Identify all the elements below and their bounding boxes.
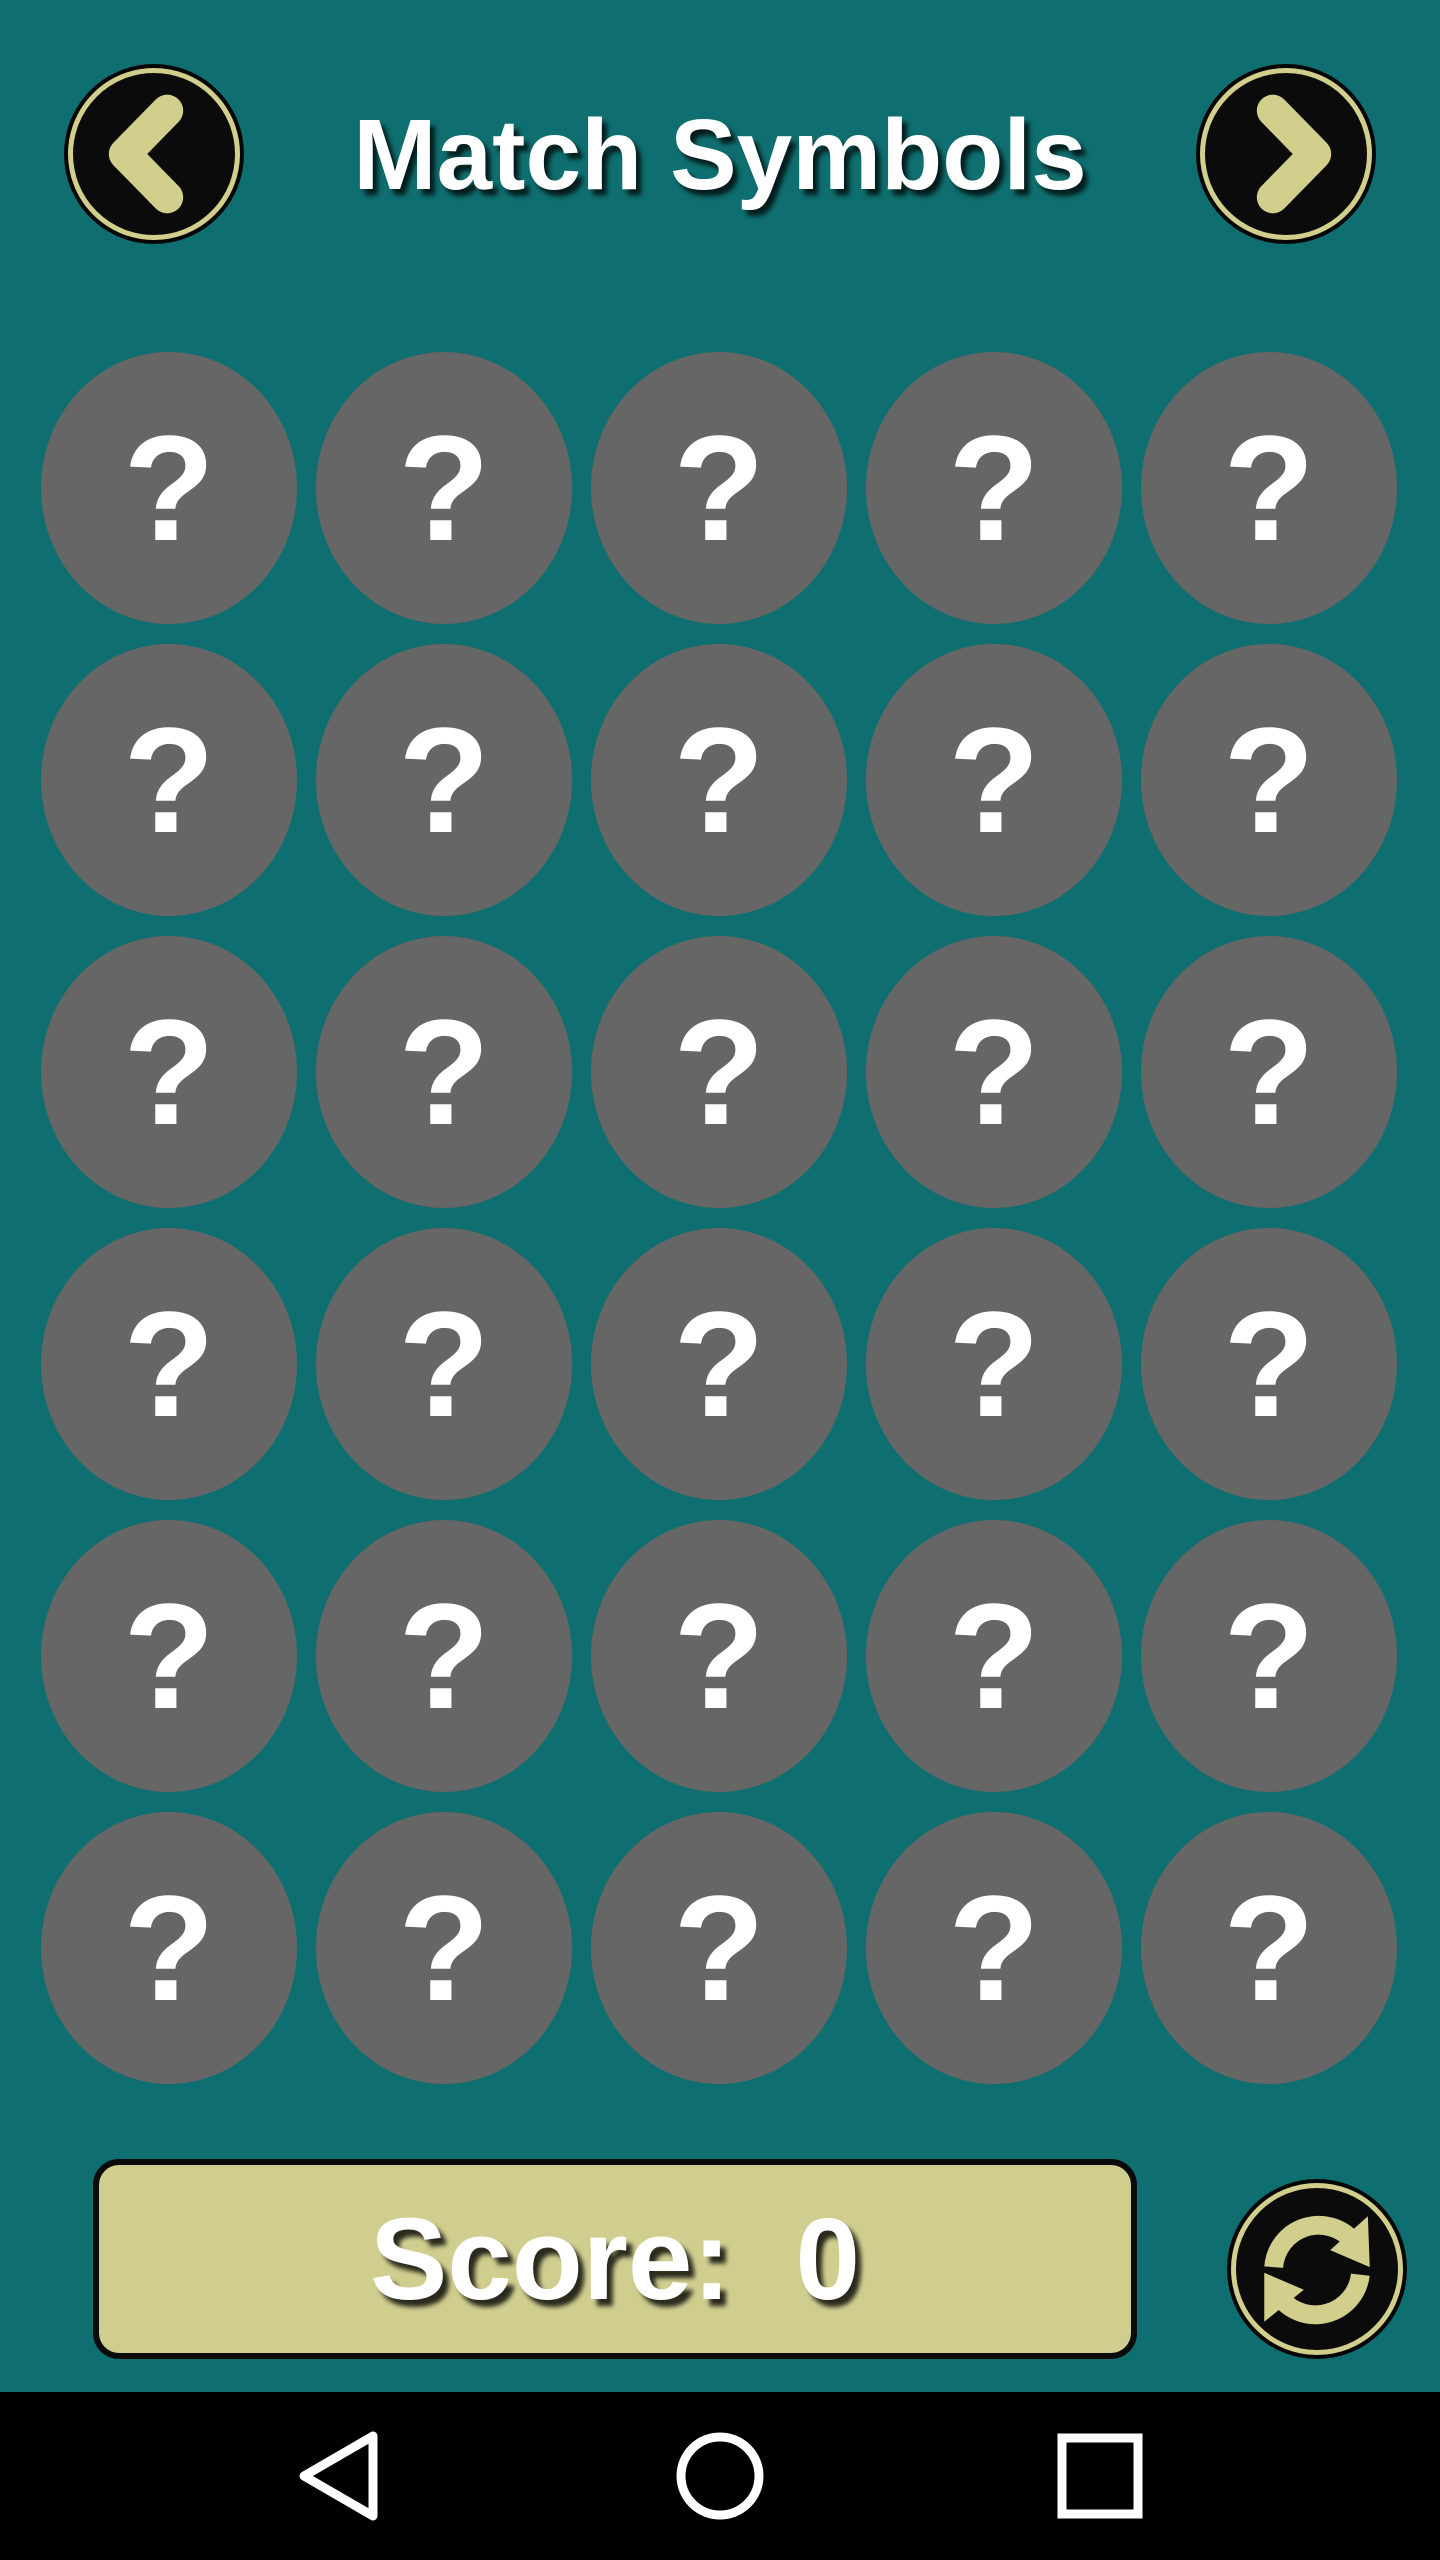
restart-button[interactable] bbox=[1231, 2183, 1403, 2355]
page-title: Match Symbols bbox=[353, 99, 1087, 211]
system-recent-apps-button[interactable] bbox=[1020, 2392, 1180, 2560]
symbol-tile[interactable]: ? bbox=[316, 1520, 572, 1792]
symbol-tile[interactable]: ? bbox=[41, 936, 297, 1208]
system-navigation-bar bbox=[0, 2392, 1440, 2560]
symbol-tile[interactable]: ? bbox=[591, 1228, 847, 1500]
symbol-tile[interactable]: ? bbox=[591, 936, 847, 1208]
score-value: 0 bbox=[795, 2194, 860, 2324]
symbol-tile[interactable]: ? bbox=[866, 1520, 1122, 1792]
system-home-button[interactable] bbox=[640, 2392, 800, 2560]
game-screen: Match Symbols ??????????????????????????… bbox=[0, 0, 1440, 2392]
next-button[interactable] bbox=[1200, 68, 1372, 240]
symbol-tile[interactable]: ? bbox=[41, 644, 297, 916]
symbol-tile[interactable]: ? bbox=[41, 1520, 297, 1792]
symbol-tile[interactable]: ? bbox=[316, 1228, 572, 1500]
symbol-tile[interactable]: ? bbox=[866, 1228, 1122, 1500]
score-display: Score: 0 bbox=[99, 2165, 1131, 2353]
symbol-tile[interactable]: ? bbox=[1141, 1228, 1397, 1500]
previous-button[interactable] bbox=[68, 68, 240, 240]
symbol-tile[interactable]: ? bbox=[1141, 936, 1397, 1208]
chevron-right-icon bbox=[1256, 94, 1332, 214]
symbol-tile[interactable]: ? bbox=[866, 644, 1122, 916]
score-label: Score: bbox=[369, 2194, 732, 2324]
symbol-tile[interactable]: ? bbox=[591, 1520, 847, 1792]
symbol-tile[interactable]: ? bbox=[316, 1812, 572, 2084]
score-panel: Score: 0 bbox=[93, 2159, 1137, 2359]
symbol-tile[interactable]: ? bbox=[591, 1812, 847, 2084]
symbol-tile[interactable]: ? bbox=[1141, 352, 1397, 624]
symbol-tile[interactable]: ? bbox=[866, 352, 1122, 624]
system-back-button[interactable] bbox=[260, 2392, 420, 2560]
symbol-tile[interactable]: ? bbox=[591, 644, 847, 916]
symbol-tile[interactable]: ? bbox=[41, 1228, 297, 1500]
symbol-tile[interactable]: ? bbox=[316, 936, 572, 1208]
recent-apps-square-icon bbox=[1057, 2433, 1143, 2519]
symbol-tile[interactable]: ? bbox=[316, 352, 572, 624]
symbol-tile[interactable]: ? bbox=[316, 644, 572, 916]
symbol-tile[interactable]: ? bbox=[866, 1812, 1122, 2084]
symbol-tile[interactable]: ? bbox=[866, 936, 1122, 1208]
home-circle-icon bbox=[676, 2432, 764, 2520]
symbol-tile[interactable]: ? bbox=[1141, 1520, 1397, 1792]
back-triangle-icon bbox=[299, 2431, 378, 2521]
symbol-tile[interactable]: ? bbox=[1141, 1812, 1397, 2084]
symbol-tile[interactable]: ? bbox=[591, 352, 847, 624]
chevron-left-icon bbox=[108, 94, 184, 214]
symbol-tile[interactable]: ? bbox=[41, 1812, 297, 2084]
symbol-tile[interactable]: ? bbox=[1141, 644, 1397, 916]
refresh-icon bbox=[1264, 2215, 1370, 2325]
symbol-tile[interactable]: ? bbox=[41, 352, 297, 624]
